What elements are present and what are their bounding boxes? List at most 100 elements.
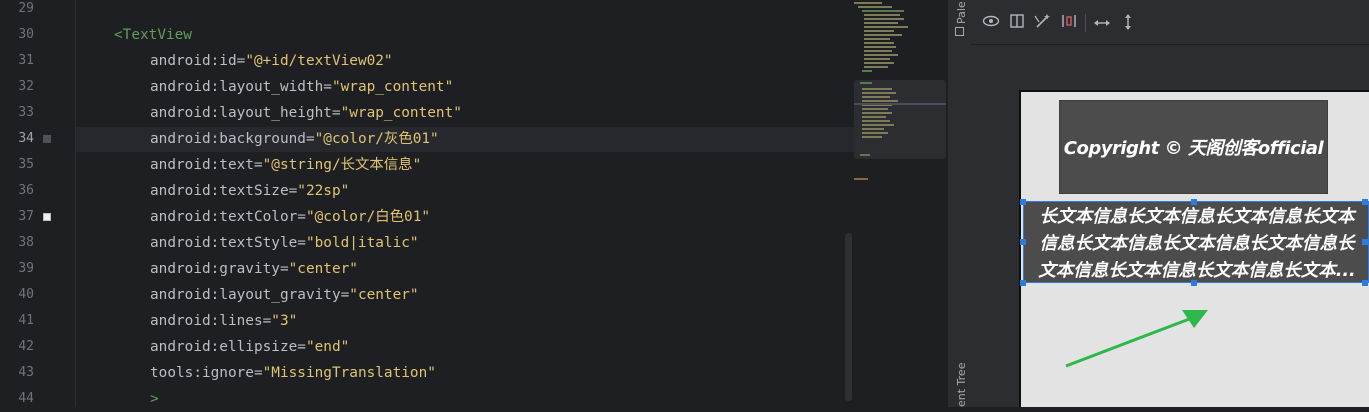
resize-handle[interactable] <box>1020 239 1026 245</box>
palette-tab-label: Pale <box>955 1 968 24</box>
vertical-arrows-icon[interactable] <box>1118 13 1138 33</box>
xml-value: "3" <box>271 313 298 329</box>
resize-handle[interactable] <box>1191 199 1197 205</box>
minimap[interactable] <box>854 0 947 407</box>
minimap-line <box>862 70 872 72</box>
constraint-icon[interactable] <box>1059 13 1079 33</box>
minimap-line <box>862 124 894 126</box>
line-number: 41 <box>18 313 34 328</box>
component-tree-tab[interactable]: ent Tree <box>951 360 969 407</box>
copyright-text: Copyright © 天阁创客official <box>1063 138 1324 159</box>
code-text: android:id="@+id/textView02" <box>150 48 393 74</box>
minimap-line <box>862 10 904 12</box>
xml-attribute: android:text= <box>150 157 263 173</box>
code-text: android:layout_height="wrap_content" <box>150 100 462 126</box>
line-number: 32 <box>18 79 34 94</box>
magic-wand-icon[interactable] <box>1033 13 1053 33</box>
copyright-textview[interactable]: Copyright © 天阁创客official <box>1059 100 1328 194</box>
long-textview-selected[interactable]: 长文本信息长文本信息长文本信息长文本 信息长文本信息长文本信息长文本信息长 文本… <box>1023 201 1369 283</box>
resize-handle[interactable] <box>1191 280 1197 286</box>
xml-value: "22sp" <box>297 183 350 199</box>
xml-attribute: android:background= <box>150 131 315 147</box>
line-number: 31 <box>18 53 34 68</box>
minimap-line <box>864 58 890 60</box>
xml-attribute: android:textSize= <box>150 183 298 199</box>
code-text: android:textStyle="bold|italic" <box>150 230 419 256</box>
code-text: android:text="@string/长文本信息" <box>150 152 421 178</box>
xml-value: "end" <box>305 339 350 355</box>
minimap-line <box>864 54 898 56</box>
color-swatch-icon[interactable] <box>43 213 51 221</box>
design-toolbar <box>971 0 1369 45</box>
resize-handle[interactable] <box>1362 199 1368 205</box>
xml-value: "@+id/textView02" <box>245 53 393 69</box>
horizontal-arrows-icon[interactable] <box>1092 13 1112 33</box>
code-text: tools:ignore="MissingTranslation" <box>150 360 436 386</box>
xml-attribute: android:textColor= <box>150 209 306 225</box>
minimap-line <box>862 88 892 90</box>
minimap-line <box>862 120 890 122</box>
minimap-line <box>864 50 892 52</box>
code-text: android:gravity="center" <box>150 256 358 282</box>
line-number: 44 <box>18 391 34 406</box>
minimap-line <box>864 62 894 64</box>
minimap-line <box>862 136 882 138</box>
code-text: <TextView <box>114 22 192 48</box>
minimap-line <box>862 92 896 94</box>
color-swatch-icon[interactable] <box>43 135 51 143</box>
long-text-line: 长文本信息长文本信息长文本信息长文本 <box>1039 207 1355 227</box>
xml-tag: <TextView <box>114 27 192 43</box>
code-text: > <box>150 386 159 412</box>
minimap-line <box>864 42 894 44</box>
xml-attribute: android:layout_gravity= <box>150 287 350 303</box>
minimap-line <box>864 38 890 40</box>
code-text: android:textColor="@color/白色01" <box>150 204 430 230</box>
minimap-line <box>864 22 898 24</box>
xml-attribute: android:id= <box>150 53 246 69</box>
line-number: 40 <box>18 287 34 302</box>
minimap-line <box>862 132 888 134</box>
minimap-line <box>864 30 894 32</box>
minimap-line <box>862 108 888 110</box>
xml-value: "MissingTranslation" <box>262 365 436 381</box>
editor-scrollbar[interactable] <box>845 233 852 401</box>
minimap-line <box>862 112 892 114</box>
minimap-line <box>864 66 888 68</box>
minimap-line <box>864 26 908 28</box>
line-number: 36 <box>18 183 34 198</box>
minimap-line <box>860 154 870 156</box>
line-number: 30 <box>18 27 34 42</box>
resize-handle[interactable] <box>1362 239 1368 245</box>
minimap-line <box>862 100 898 102</box>
xml-attribute: android:ellipsize= <box>150 339 306 355</box>
minimap-line <box>854 2 882 4</box>
xml-value: "wrap_content" <box>340 105 462 121</box>
line-number: 34 <box>18 131 34 146</box>
minimap-line <box>864 18 904 20</box>
long-text-line: 信息长文本信息长文本信息长文本信息长 <box>1039 234 1355 254</box>
palette-tab[interactable]: Pale <box>951 0 969 40</box>
code-text: android:ellipsize="end" <box>150 334 349 360</box>
xml-attribute: android:textStyle= <box>150 235 306 251</box>
xml-value: "center" <box>349 287 419 303</box>
palette-icon <box>955 27 964 36</box>
xml-attribute: android:layout_height= <box>150 105 341 121</box>
xml-value: "@string/长文本信息" <box>262 157 422 173</box>
resize-handle[interactable] <box>1362 280 1368 286</box>
line-number: 38 <box>18 235 34 250</box>
resize-handle[interactable] <box>1020 199 1026 205</box>
code-text: android:layout_width="wrap_content" <box>150 74 453 100</box>
minimap-current-line <box>854 103 946 105</box>
line-number: 33 <box>18 105 34 120</box>
xml-attribute: android:lines= <box>150 313 272 329</box>
code-text: android:lines="3" <box>150 308 297 334</box>
xml-attribute: android:gravity= <box>150 261 289 277</box>
minimap-line <box>864 46 896 48</box>
eye-icon[interactable] <box>981 13 1001 33</box>
line-number: 29 <box>18 1 34 16</box>
columns-icon[interactable] <box>1007 13 1027 33</box>
line-number: 43 <box>18 365 34 380</box>
resize-handle[interactable] <box>1020 280 1026 286</box>
minimap-line <box>862 116 886 118</box>
xml-value: "bold|italic" <box>305 235 419 251</box>
